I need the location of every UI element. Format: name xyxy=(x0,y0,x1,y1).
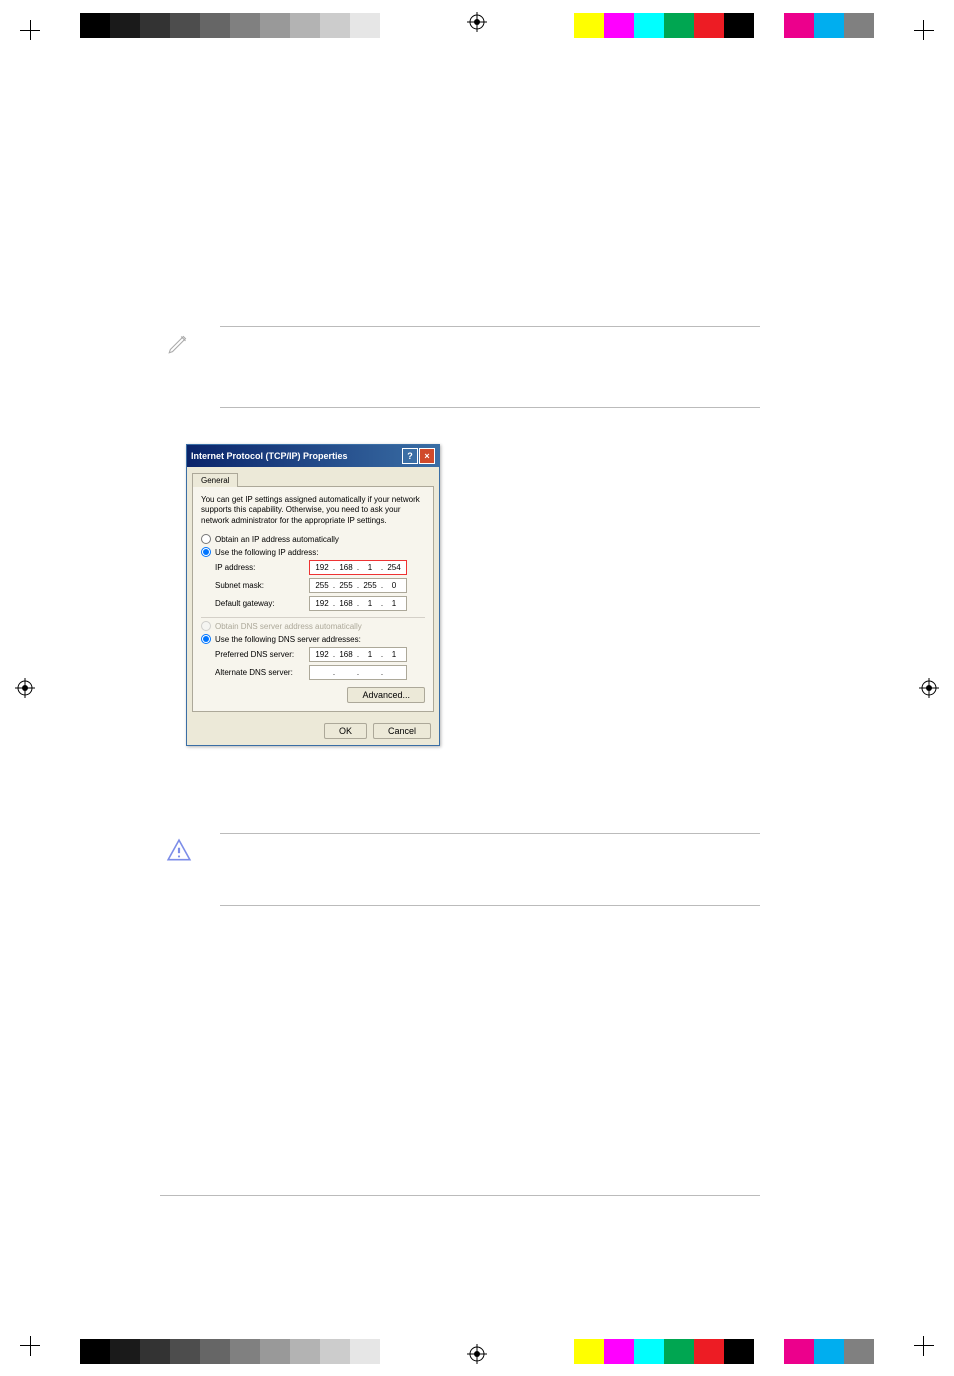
radio-obtain-ip-auto[interactable]: Obtain an IP address automatically xyxy=(201,534,425,544)
divider xyxy=(220,905,760,906)
help-button[interactable]: ? xyxy=(402,448,418,464)
preferred-dns-input[interactable]: 192. 168. 1. 1 xyxy=(309,647,407,662)
color-calibration-bar xyxy=(574,13,874,38)
note-warning-icon xyxy=(166,838,192,864)
radio-label: Use the following IP address: xyxy=(215,548,318,557)
alternate-dns-label: Alternate DNS server: xyxy=(215,668,309,677)
tab-general[interactable]: General xyxy=(192,473,238,487)
subnet-mask-label: Subnet mask: xyxy=(215,581,309,590)
window-title: Internet Protocol (TCP/IP) Properties xyxy=(191,451,401,461)
color-calibration-bar xyxy=(574,1339,874,1364)
divider xyxy=(220,407,760,408)
divider xyxy=(220,326,760,327)
radio-use-following-ip[interactable]: Use the following IP address: xyxy=(201,547,425,557)
default-gateway-label: Default gateway: xyxy=(215,599,309,608)
close-button[interactable]: × xyxy=(419,448,435,464)
titlebar: Internet Protocol (TCP/IP) Properties ? … xyxy=(187,445,439,467)
subnet-mask-input[interactable]: 255. 255. 255. 0 xyxy=(309,578,407,593)
ok-button[interactable]: OK xyxy=(324,723,367,739)
grayscale-calibration-bar xyxy=(80,13,380,38)
registration-mark-icon xyxy=(919,678,939,698)
cancel-button[interactable]: Cancel xyxy=(373,723,431,739)
ip-address-label: IP address: xyxy=(215,563,309,572)
tcpip-properties-dialog: Internet Protocol (TCP/IP) Properties ? … xyxy=(186,444,440,746)
radio-label: Obtain an IP address automatically xyxy=(215,535,339,544)
ip-address-input[interactable]: 192. 168. 1. 254 xyxy=(309,560,407,575)
preferred-dns-label: Preferred DNS server: xyxy=(215,650,309,659)
radio-label: Use the following DNS server addresses: xyxy=(215,635,361,644)
divider xyxy=(160,1195,760,1196)
registration-mark-icon xyxy=(15,678,35,698)
default-gateway-input[interactable]: 192. 168. 1. 1 xyxy=(309,596,407,611)
divider xyxy=(220,833,760,834)
radio-label: Obtain DNS server address automatically xyxy=(215,622,362,631)
description-text: You can get IP settings assigned automat… xyxy=(201,495,425,526)
alternate-dns-input[interactable]: . . . xyxy=(309,665,407,680)
advanced-button[interactable]: Advanced... xyxy=(347,687,425,703)
radio-use-following-dns[interactable]: Use the following DNS server addresses: xyxy=(201,634,425,644)
radio-obtain-dns-auto: Obtain DNS server address automatically xyxy=(201,621,425,631)
note-pencil-icon xyxy=(166,330,192,356)
grayscale-calibration-bar xyxy=(80,1339,380,1364)
